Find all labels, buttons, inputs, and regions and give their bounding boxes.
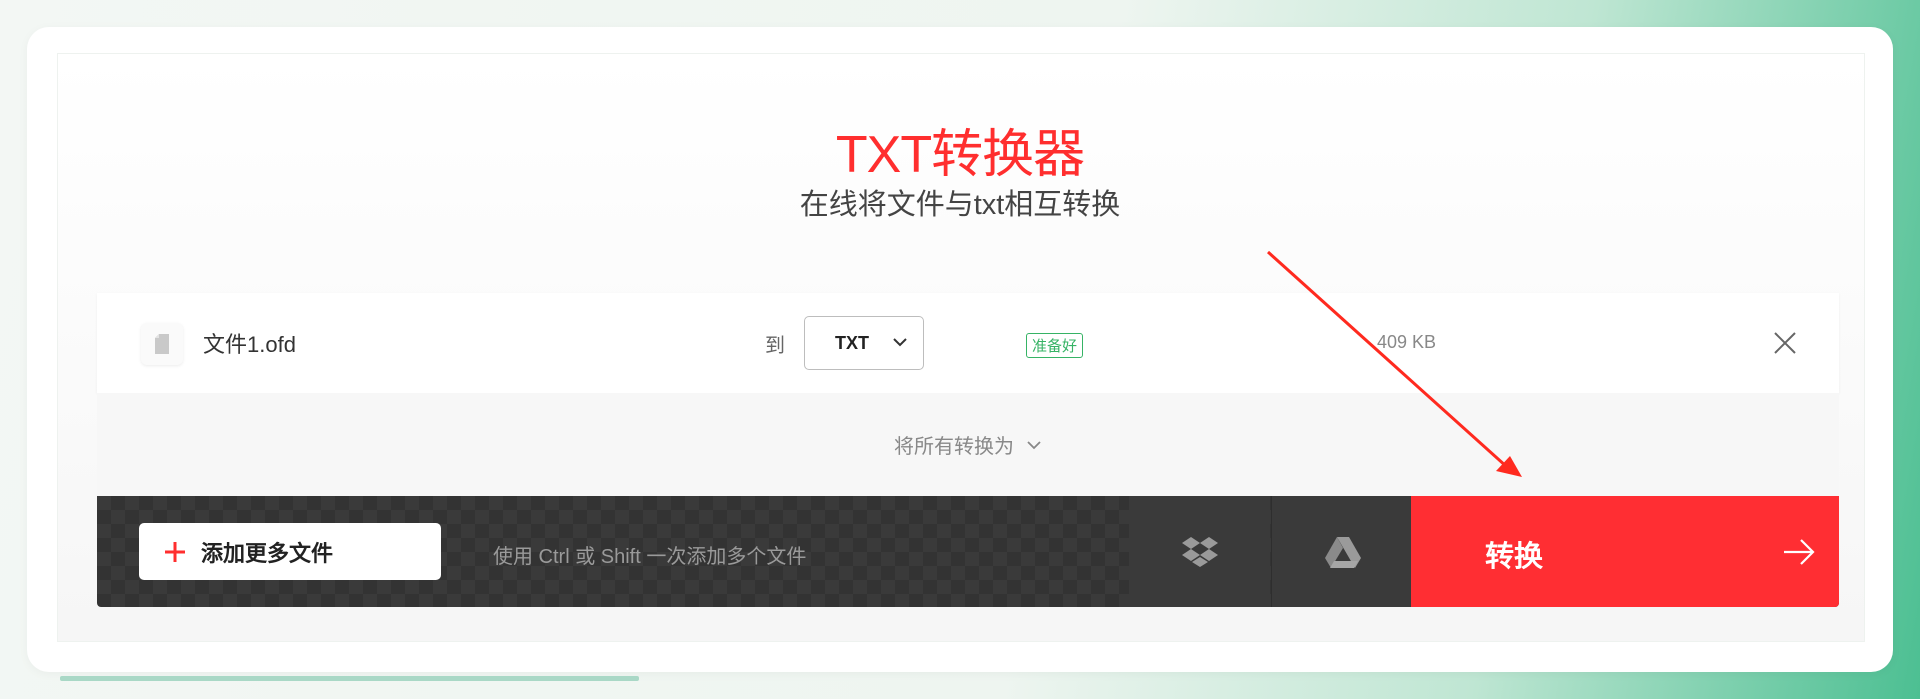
plus-icon <box>165 541 185 562</box>
dropbox-button[interactable] <box>1129 496 1270 607</box>
convert-button[interactable]: 转换 <box>1411 496 1839 607</box>
progress-bar <box>60 676 639 681</box>
google-drive-icon <box>1324 536 1361 568</box>
chevron-down-icon <box>893 338 907 347</box>
file-size: 409 KB <box>1377 332 1437 352</box>
arrow-right-icon <box>1784 539 1815 565</box>
file-icon <box>141 323 183 365</box>
convert-all-dropdown[interactable]: 将所有转换为 <box>97 393 1839 496</box>
multi-select-hint: 使用 Ctrl 或 Shift 一次添加多个文件 <box>493 546 807 568</box>
convert-all-label: 将所有转换为 <box>894 436 1014 458</box>
page-title: TXT转换器 <box>835 126 1085 184</box>
status-badge: 准备好 <box>1026 333 1084 358</box>
format-select[interactable]: TXT <box>804 316 924 370</box>
format-value: TXT <box>835 332 869 353</box>
google-drive-button[interactable] <box>1271 496 1413 607</box>
file-name: 文件1.ofd <box>203 332 296 357</box>
convert-label: 转换 <box>1485 541 1544 573</box>
add-more-files-label: 添加更多文件 <box>201 540 334 566</box>
close-icon[interactable] <box>1772 330 1798 356</box>
add-more-files-button[interactable]: 添加更多文件 <box>139 523 441 580</box>
chevron-down-icon <box>1027 440 1041 449</box>
page-subtitle: 在线将文件与txt相互转换 <box>799 189 1121 221</box>
to-label: 到 <box>765 335 785 357</box>
file-row: 文件1.ofd 到 TXT 准备好 409 KB <box>97 293 1839 393</box>
dropbox-icon <box>1181 536 1218 567</box>
action-bar: 添加更多文件 使用 Ctrl 或 Shift 一次添加多个文件 转换 <box>97 496 1839 607</box>
